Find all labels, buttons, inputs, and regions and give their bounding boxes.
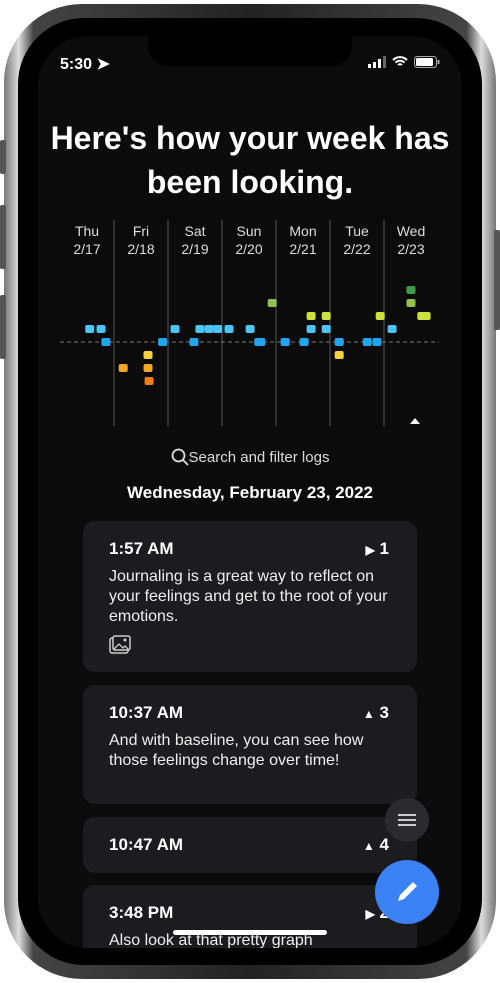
log-text: And with baseline, you can see how those… (109, 732, 364, 769)
mute-switch (0, 140, 6, 174)
mood-point (143, 351, 153, 359)
mood-point (375, 312, 385, 320)
mood-point (195, 325, 205, 333)
new-entry-button[interactable] (375, 860, 439, 924)
date-label: 2/17 (73, 241, 100, 257)
selected-day-marker-icon (410, 418, 420, 424)
mood-point (204, 325, 214, 333)
log-time: 10:37 AM (109, 703, 184, 722)
trend-up-icon: ▲ (362, 839, 375, 853)
mood-point (306, 312, 316, 320)
day-label: Fri (133, 223, 149, 239)
mood-point (256, 338, 266, 346)
mood-point (189, 338, 199, 346)
wifi-icon (392, 56, 408, 66)
mood-point (321, 312, 331, 320)
mood-point (101, 338, 111, 346)
mood-point (362, 338, 372, 346)
day-label: Sun (237, 223, 262, 239)
menu-button[interactable] (385, 798, 429, 842)
status-icons (368, 56, 440, 68)
signal-icon (368, 56, 386, 68)
mood-point (406, 286, 416, 294)
mood-point (245, 325, 255, 333)
mood-value: 1 (379, 539, 389, 558)
mood-chart[interactable]: Thu 2/17 Fri 2/18 Sat 2/19 Sun 2/20 Mon 2/21 Tue 2/… (60, 220, 439, 426)
mood-point (224, 325, 234, 333)
log-card[interactable]: 10:47 AM ▲ 4 (83, 817, 417, 873)
status-time: 5:30 ➤ (60, 54, 110, 74)
mood-point (334, 351, 344, 359)
search-label: Search and filter logs (188, 449, 330, 466)
trend-right-icon: ▶ (365, 907, 375, 921)
mood-point (299, 338, 309, 346)
mood-point (372, 338, 382, 346)
notch (148, 36, 352, 66)
selected-date: Wednesday, February 23, 2022 (127, 483, 373, 502)
mood-point (144, 377, 154, 385)
date-label: 2/23 (397, 241, 424, 257)
log-card[interactable]: 1:57 AM ▶ 1 Journaling is a great way to… (83, 521, 417, 672)
mood-point (158, 338, 168, 346)
day-label: Tue (345, 223, 369, 239)
log-mood: ▲ 4 (363, 835, 389, 855)
mood-point (387, 325, 397, 333)
power-button (494, 230, 500, 330)
home-indicator[interactable] (173, 930, 327, 935)
mood-point (96, 325, 106, 333)
day-label: Mon (289, 223, 316, 239)
volume-up-button (0, 205, 6, 269)
day-label: Sat (184, 223, 205, 239)
mood-point (118, 364, 128, 372)
mood-point (306, 325, 316, 333)
mood-value: 3 (379, 703, 389, 722)
mood-point (267, 299, 277, 307)
log-time: 1:57 AM (109, 539, 174, 558)
mood-point (321, 325, 331, 333)
clock: 5:30 (60, 56, 93, 73)
log-mood: ▲ 3 (363, 703, 389, 723)
mood-point (213, 325, 223, 333)
mood-point (406, 299, 416, 307)
location-icon: ➤ (96, 56, 110, 73)
search-filter-button[interactable]: Search and filter logs (38, 448, 462, 466)
mood-point (421, 312, 431, 320)
mood-point (143, 364, 153, 372)
battery-icon (414, 56, 440, 68)
date-label: 2/21 (289, 241, 316, 257)
log-card[interactable]: 3:48 PM ▶ 2 Also look at that pretty gra… (83, 885, 417, 948)
search-icon (171, 448, 189, 466)
log-time: 10:47 AM (109, 835, 184, 854)
log-mood: ▶ 1 (366, 539, 389, 559)
app-screen: 5:30 ➤ Here's how your week has been loo… (38, 36, 462, 948)
date-label: 2/19 (181, 241, 208, 257)
trend-up-icon: ▲ (362, 707, 375, 721)
page-title: Here's how your week has been looking. (50, 120, 450, 200)
log-text: Journaling is a great way to reflect on … (109, 568, 388, 625)
mood-point (170, 325, 180, 333)
mood-point (334, 338, 344, 346)
image-attachment-icon (109, 635, 131, 654)
log-card[interactable]: 10:37 AM ▲ 3 And with baseline, you can … (83, 685, 417, 804)
mood-point (85, 325, 95, 333)
date-label: 2/20 (235, 241, 262, 257)
date-label: 2/22 (343, 241, 370, 257)
log-time: 3:48 PM (109, 903, 174, 922)
menu-icon (398, 814, 416, 826)
day-label: Wed (397, 223, 426, 239)
mood-point (280, 338, 290, 346)
trend-right-icon: ▶ (365, 543, 375, 557)
day-label: Thu (75, 223, 99, 239)
volume-down-button (0, 295, 6, 359)
pencil-icon (398, 882, 417, 901)
mood-value: 4 (379, 835, 389, 854)
date-label: 2/18 (127, 241, 154, 257)
